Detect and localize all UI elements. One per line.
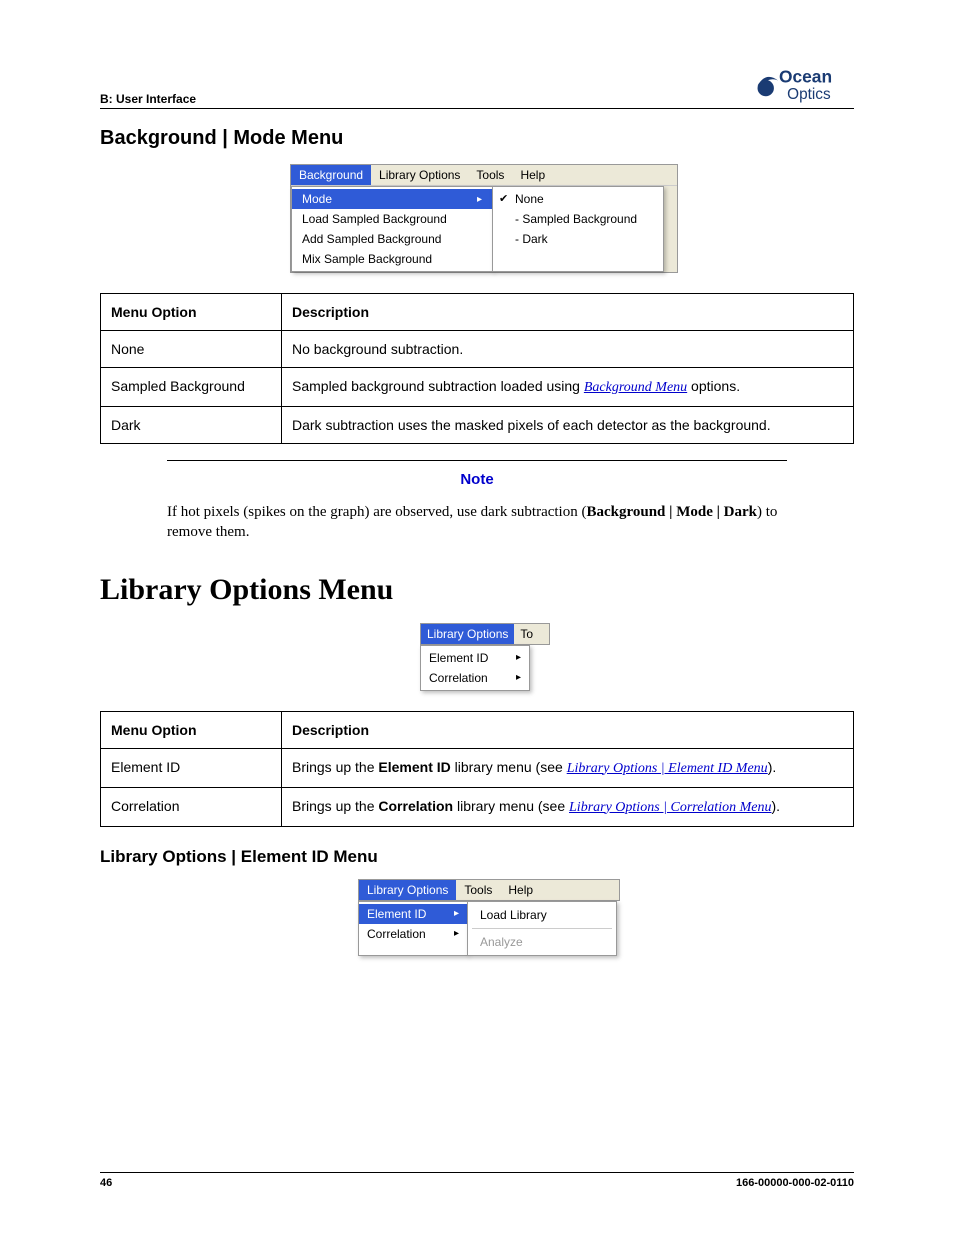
ocean-optics-logo: Ocean Optics [749, 60, 854, 106]
menu-item-correlation[interactable]: Correlation ▸ [421, 668, 529, 688]
note-block: Note If hot pixels (spikes on the graph)… [167, 460, 787, 543]
menubar-item-to[interactable]: To [514, 624, 539, 644]
menu-item-load-sampled-bg[interactable]: Load Sampled Background [292, 209, 492, 229]
th-menu-option: Menu Option [101, 294, 282, 331]
menu-item-correlation[interactable]: Correlation ▸ [359, 924, 467, 944]
chevron-right-icon: ▸ [477, 194, 482, 205]
submenu-item-sampled-bg[interactable]: - Sampled Background [493, 209, 663, 229]
note-body: If hot pixels (spikes on the graph) are … [167, 502, 787, 543]
menubar-item-library-options[interactable]: Library Options [371, 165, 468, 185]
link-background-menu[interactable]: Background Menu [584, 380, 687, 395]
page-footer: 46 166-00000-000-02-0110 [100, 1172, 854, 1189]
page-header: B: User Interface Ocean Optics [100, 60, 854, 109]
document-number: 166-00000-000-02-0110 [736, 1177, 854, 1189]
table-library-options: Menu Option Description Element ID Bring… [100, 711, 854, 827]
chevron-right-icon: ▸ [516, 672, 521, 683]
chevron-right-icon: ▸ [516, 652, 521, 663]
table-row: Element ID Brings up the Element ID libr… [101, 748, 854, 787]
page-number: 46 [100, 1177, 112, 1189]
menubar-item-help[interactable]: Help [500, 880, 541, 900]
table-row: None No background subtraction. [101, 331, 854, 368]
svg-text:Optics: Optics [787, 86, 831, 103]
section-title-element-id-menu: Library Options | Element ID Menu [100, 847, 854, 867]
link-element-id-menu[interactable]: Library Options | Element ID Menu [567, 761, 768, 776]
submenu-item-none[interactable]: ✔ None [493, 189, 663, 209]
submenu-item-analyze: Analyze [468, 931, 616, 953]
th-description: Description [282, 711, 854, 748]
note-title: Note [167, 471, 787, 488]
figure-background-mode-menu: Background Library Options Tools Help Mo… [290, 164, 678, 273]
th-menu-option: Menu Option [101, 711, 282, 748]
table-row: Sampled Background Sampled background su… [101, 368, 854, 407]
menu-separator [472, 928, 612, 929]
section-title-library-options: Library Options Menu [100, 573, 854, 607]
menubar-item-background[interactable]: Background [291, 165, 371, 185]
menu-item-element-id[interactable]: Element ID ▸ [421, 648, 529, 668]
menubar-item-help[interactable]: Help [512, 165, 553, 185]
check-icon: ✔ [499, 192, 508, 205]
chevron-right-icon: ▸ [454, 908, 459, 919]
th-description: Description [282, 294, 854, 331]
chevron-right-icon: ▸ [454, 928, 459, 939]
menu-item-add-sampled-bg[interactable]: Add Sampled Background [292, 229, 492, 249]
menubar-item-tools[interactable]: Tools [456, 880, 500, 900]
figure-element-id-menu: Library Options Tools Help Element ID ▸ … [358, 879, 620, 956]
table-bg-mode-options: Menu Option Description None No backgrou… [100, 293, 854, 444]
menu-item-element-id[interactable]: Element ID ▸ [359, 904, 467, 924]
submenu-item-dark[interactable]: - Dark [493, 229, 663, 249]
table-row: Correlation Brings up the Correlation li… [101, 787, 854, 826]
submenu-item-load-library[interactable]: Load Library [468, 904, 616, 926]
figure-library-options-menu: Library Options To Element ID ▸ Correlat… [420, 623, 550, 691]
section-title-bg-mode: Background | Mode Menu [100, 127, 854, 150]
breadcrumb: B: User Interface [100, 92, 196, 106]
svg-text:Ocean: Ocean [779, 66, 832, 86]
table-row: Dark Dark subtraction uses the masked pi… [101, 407, 854, 444]
menubar-item-library-options[interactable]: Library Options [359, 880, 456, 900]
menu-item-mode[interactable]: Mode ▸ [292, 189, 492, 209]
menubar-item-tools[interactable]: Tools [468, 165, 512, 185]
menu-item-mix-sample-bg[interactable]: Mix Sample Background [292, 249, 492, 269]
link-correlation-menu[interactable]: Library Options | Correlation Menu [569, 800, 771, 815]
menubar-item-library-options[interactable]: Library Options [421, 624, 514, 644]
